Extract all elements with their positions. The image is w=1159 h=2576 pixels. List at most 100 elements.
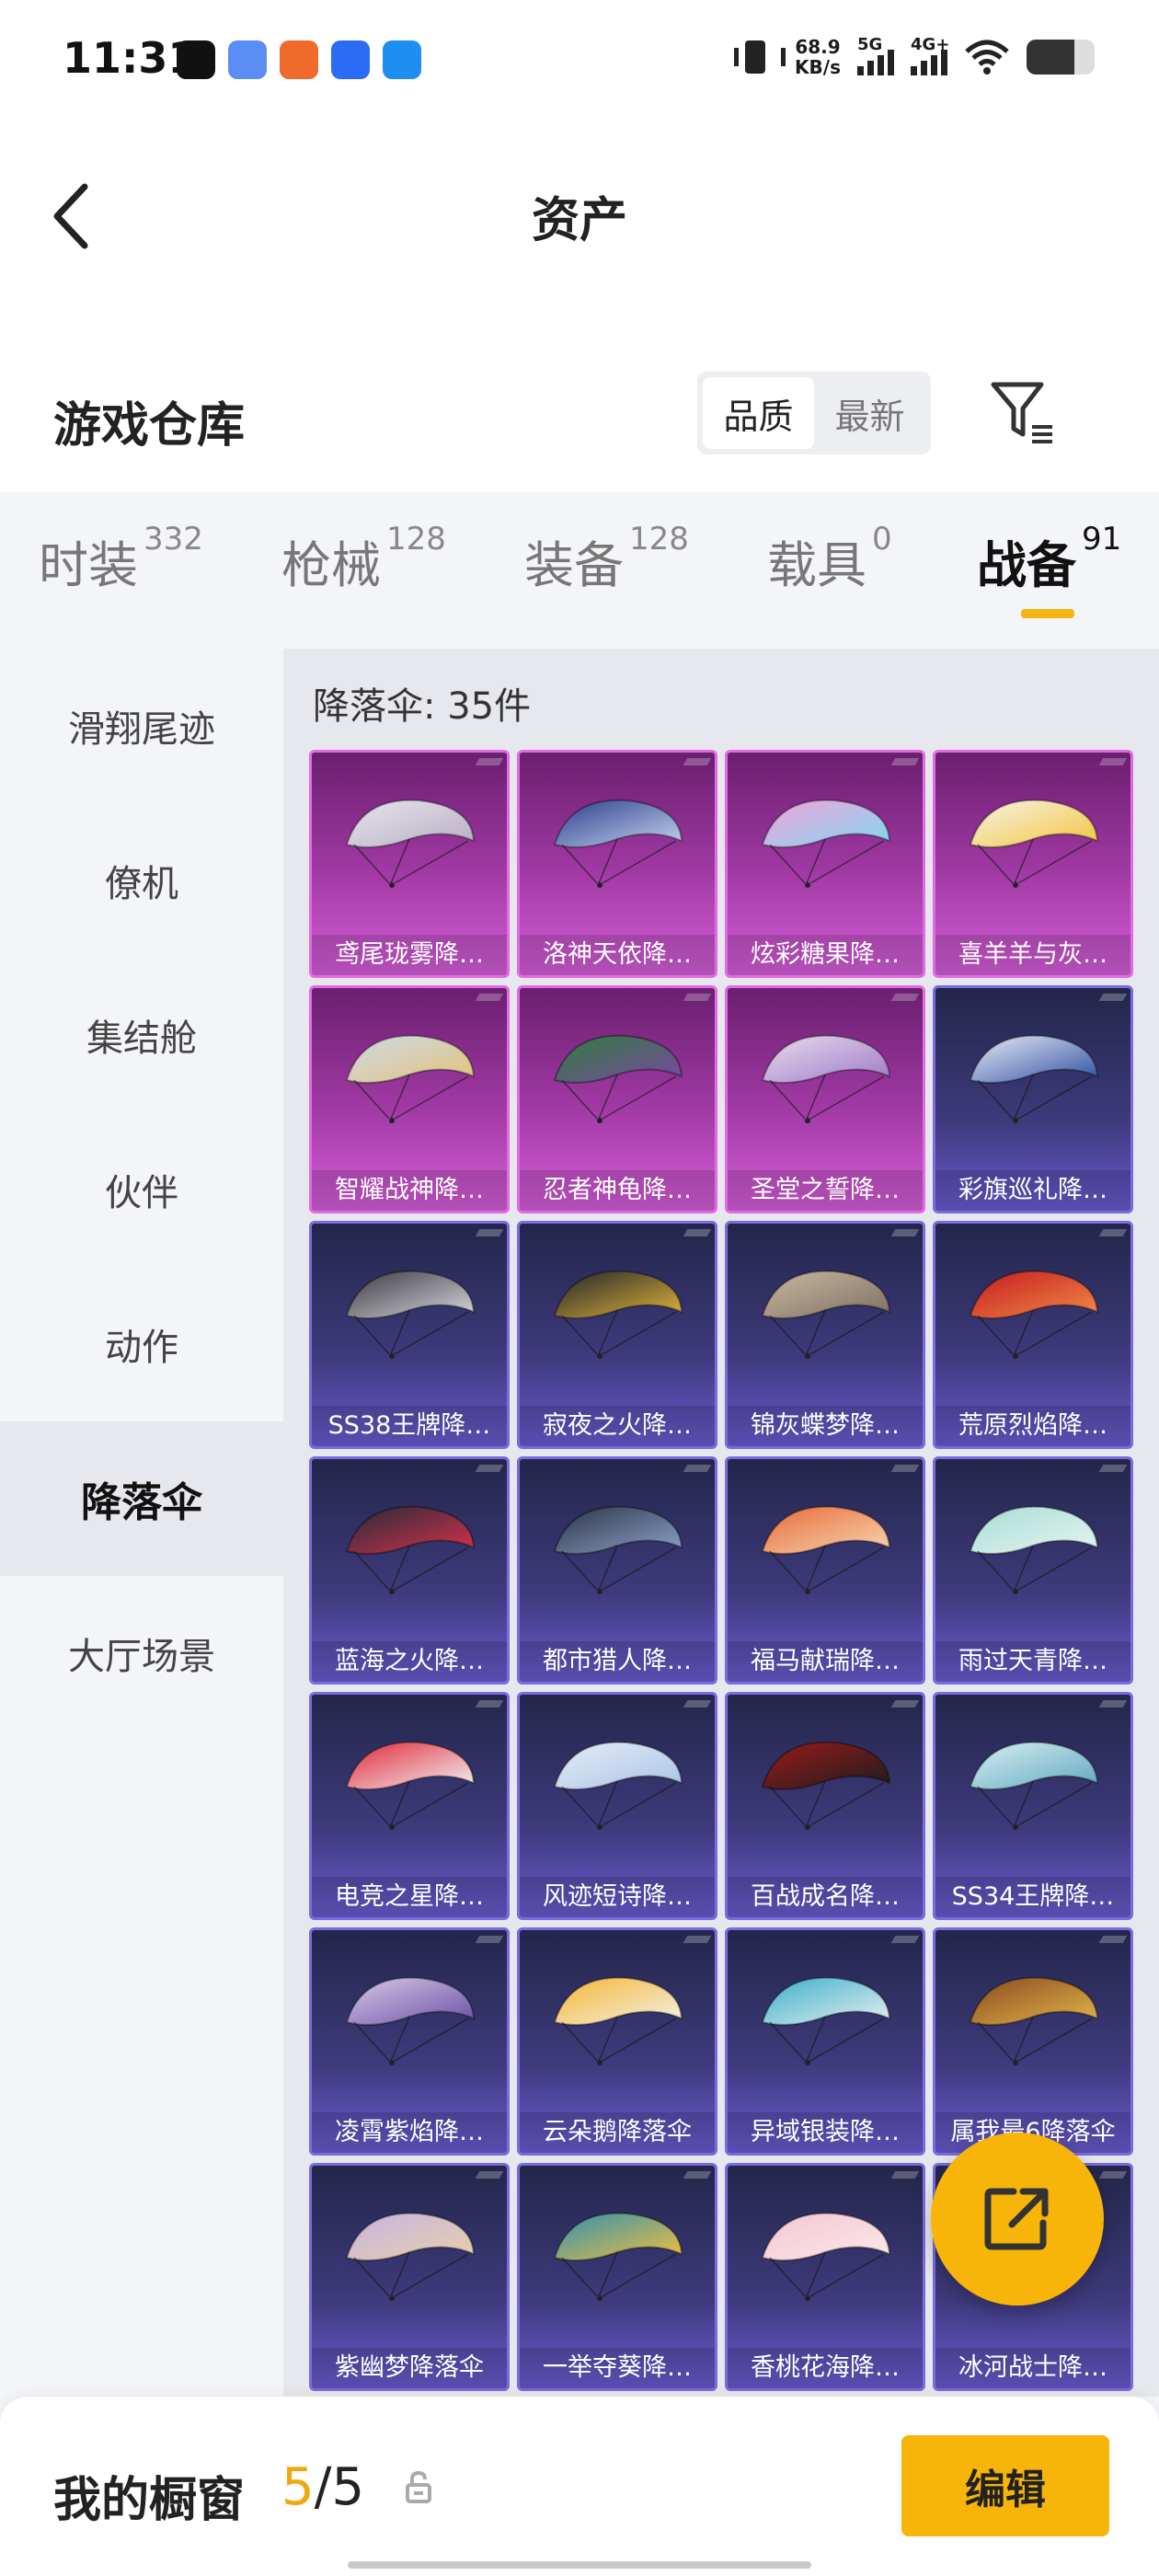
home-indicator <box>348 2561 811 2569</box>
item-card[interactable]: 紫幽梦降落伞 <box>309 2163 510 2391</box>
parachute-icon <box>345 1034 476 1123</box>
item-card[interactable]: 忍者神龟降… <box>517 985 717 1213</box>
parachute-icon <box>969 1741 1099 1830</box>
item-card[interactable]: 彩旗巡礼降… <box>933 985 1133 1213</box>
tab-label: 战备 <box>977 536 1076 594</box>
item-name: 冰河战士降… <box>935 2348 1130 2388</box>
item-name: 蓝海之火降… <box>312 1641 507 1682</box>
card-corner-mark <box>890 1936 920 1943</box>
item-card[interactable]: 炫彩糖果降… <box>725 750 925 978</box>
card-corner-mark <box>475 1229 504 1236</box>
lock-icon <box>405 2470 432 2503</box>
card-corner-mark <box>475 2171 504 2179</box>
parachute-icon <box>761 2212 891 2301</box>
item-card[interactable]: 属我最6降落伞 <box>933 1927 1133 2156</box>
item-card[interactable]: 电竞之星降… <box>309 1692 510 1920</box>
item-card[interactable]: 雨过天青降… <box>933 1456 1133 1685</box>
item-card[interactable]: 喜羊羊与灰… <box>933 750 1133 978</box>
item-card[interactable]: 智耀战神降… <box>309 985 510 1213</box>
parachute-icon <box>969 1505 1099 1594</box>
item-name: 雨过天青降… <box>935 1641 1130 1682</box>
edit-button[interactable]: 编辑 <box>901 2435 1109 2536</box>
filter-icon[interactable] <box>988 379 1058 449</box>
parachute-icon <box>553 2212 683 2301</box>
sort-toggle: 品质 最新 <box>697 372 931 454</box>
parachute-icon <box>761 1505 891 1594</box>
showcase-count-separator: / <box>314 2457 332 2517</box>
sort-quality-button[interactable]: 品质 <box>703 377 814 449</box>
item-card[interactable]: 鸢尾珑雾降… <box>309 750 510 978</box>
item-card[interactable]: 百战成名降… <box>725 1692 925 1920</box>
parachute-icon <box>969 799 1099 888</box>
item-name: 异域银装降… <box>728 2112 923 2153</box>
tab-label: 装备 <box>524 536 624 594</box>
card-corner-mark <box>1098 1229 1128 1236</box>
item-card[interactable]: 洛神天依降… <box>517 750 717 978</box>
item-card[interactable]: 寂夜之火降… <box>517 1221 717 1449</box>
parachute-icon <box>969 1270 1099 1359</box>
sidenav-item-partner[interactable]: 伙伴 <box>0 1112 283 1267</box>
item-card[interactable]: 福马献瑞降… <box>725 1456 925 1685</box>
wifi-icon <box>964 39 1010 75</box>
parachute-icon <box>553 799 683 888</box>
item-name: 炫彩糖果降… <box>728 935 923 975</box>
sidenav-item-wingman[interactable]: 僚机 <box>0 803 283 958</box>
item-card[interactable]: SS34王牌降… <box>933 1692 1133 1920</box>
tab-readiness[interactable]: 战备 91 <box>977 521 1122 597</box>
sidenav-item-emote[interactable]: 动作 <box>0 1267 283 1421</box>
share-icon <box>984 2188 1049 2250</box>
card-corner-mark <box>683 758 712 765</box>
card-corner-mark <box>475 1465 504 1472</box>
signal-5g-label: 5G <box>857 35 883 54</box>
sidenav-item-lobby-scene[interactable]: 大厅场景 <box>0 1576 283 1731</box>
tab-count: 91 <box>1082 521 1122 558</box>
card-corner-mark <box>1098 2171 1128 2179</box>
parachute-icon <box>345 2212 476 2301</box>
share-button[interactable] <box>931 2133 1104 2306</box>
tab-count: 0 <box>872 521 892 558</box>
tab-weapons[interactable]: 枪械 128 <box>281 521 446 597</box>
tab-count: 332 <box>143 521 203 558</box>
sort-newest-button[interactable]: 最新 <box>814 377 925 449</box>
item-name: 彩旗巡礼降… <box>935 1170 1130 1211</box>
item-card[interactable]: 香桃花海降… <box>725 2163 925 2391</box>
card-corner-mark <box>683 1465 712 1472</box>
item-card[interactable]: 风迹短诗降… <box>517 1692 717 1920</box>
item-name: 福马献瑞降… <box>728 1641 923 1682</box>
parachute-icon <box>553 1270 683 1359</box>
showcase-title: 我的橱窗 <box>53 2473 246 2528</box>
card-corner-mark <box>683 994 712 1001</box>
page-header: 资产 <box>0 161 1159 262</box>
tab-fashion[interactable]: 时装 332 <box>39 521 203 597</box>
net-speed: 68.9 KB/s <box>795 37 841 77</box>
item-card[interactable]: 蓝海之火降… <box>309 1456 510 1685</box>
item-card[interactable]: 凌霄紫焰降… <box>309 1927 510 2156</box>
net-speed-value: 68.9 <box>795 36 841 58</box>
tab-equipment[interactable]: 装备 128 <box>524 521 689 597</box>
item-card[interactable]: 圣堂之誓降… <box>725 985 925 1213</box>
parachute-icon <box>761 1270 891 1359</box>
item-card[interactable]: SS38王牌降… <box>309 1221 510 1449</box>
item-name: 都市猎人降… <box>520 1641 715 1682</box>
item-name: 一举夺葵降… <box>520 2348 715 2388</box>
sidenav-item-glide-trail[interactable]: 滑翔尾迹 <box>0 649 283 803</box>
item-card[interactable]: 荒原烈焰降… <box>933 1221 1133 1449</box>
item-card[interactable]: 都市猎人降… <box>517 1456 717 1685</box>
showcase-count-total: 5 <box>331 2457 365 2517</box>
sidenav-item-assembly-pod[interactable]: 集结舱 <box>0 958 283 1112</box>
item-card[interactable]: 一举夺葵降… <box>517 2163 717 2391</box>
tab-count: 128 <box>629 521 689 558</box>
vibrate-icon <box>732 39 786 75</box>
sidenav-item-parachute[interactable]: 降落伞 <box>0 1421 283 1576</box>
item-card[interactable]: 锦灰蝶梦降… <box>725 1221 925 1449</box>
card-corner-mark <box>890 758 920 765</box>
item-name: 荒原烈焰降… <box>935 1406 1130 1446</box>
item-card[interactable]: 异域银装降… <box>725 1927 925 2156</box>
item-name: SS34王牌降… <box>935 1877 1130 1917</box>
card-corner-mark <box>475 994 504 1001</box>
tab-vehicles[interactable]: 载具 0 <box>767 521 892 597</box>
app-orange-icon <box>280 40 318 79</box>
item-card[interactable]: 云朵鹅降落伞 <box>517 1927 717 2156</box>
parachute-icon <box>345 799 476 888</box>
status-right: 68.9 KB/s 5G 4G+ <box>732 35 1095 77</box>
